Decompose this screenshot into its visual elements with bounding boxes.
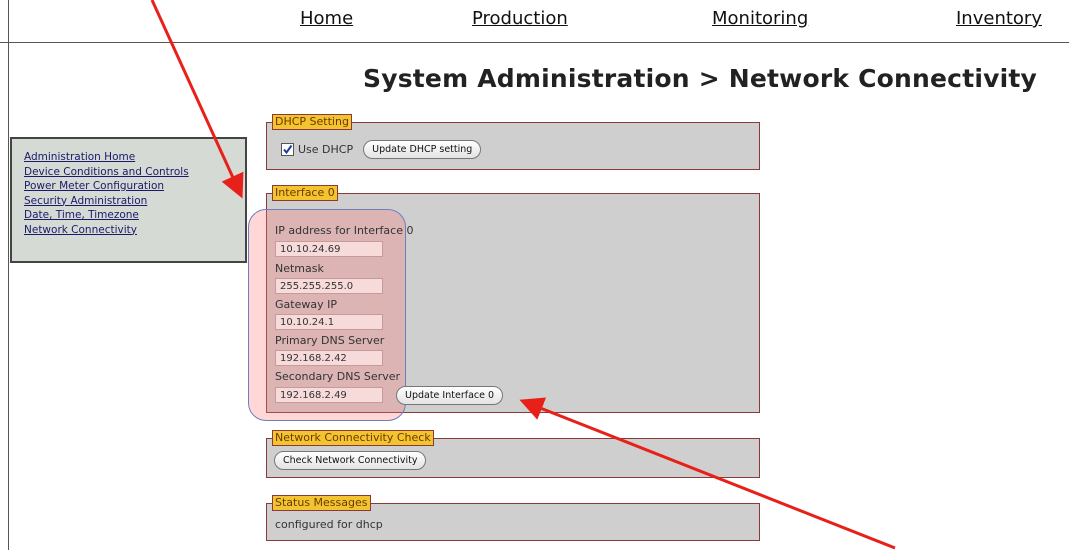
dhcp-setting-legend: DHCP Setting xyxy=(272,114,352,130)
primary-dns-field[interactable]: 192.168.2.42 xyxy=(275,350,383,366)
check-connectivity-button[interactable]: Check Network Connectivity xyxy=(274,451,427,470)
sidebar-item-administration-home[interactable]: Administration Home xyxy=(24,150,245,165)
interface0-legend: Interface 0 xyxy=(272,185,338,201)
primary-dns-label: Primary DNS Server xyxy=(275,334,385,347)
sidebar-item-date-time[interactable]: Date, Time, Timezone xyxy=(24,208,245,223)
netmask-label: Netmask xyxy=(275,262,324,275)
dhcp-setting-panel: DHCP Setting Use DHCP Update DHCP settin… xyxy=(266,114,760,170)
sidebar-item-network-connectivity[interactable]: Network Connectivity xyxy=(24,223,245,238)
update-interface0-button[interactable]: Update Interface 0 xyxy=(396,386,504,405)
gateway-label: Gateway IP xyxy=(275,298,337,311)
status-messages-panel: Status Messages configured for dhcp xyxy=(266,495,760,541)
sidebar-item-security[interactable]: Security Administration xyxy=(24,194,245,209)
connectivity-check-legend: Network Connectivity Check xyxy=(272,430,434,446)
update-dhcp-button[interactable]: Update DHCP setting xyxy=(363,140,482,159)
page-title: System Administration > Network Connecti… xyxy=(363,64,1038,93)
dhcp-row: Use DHCP Update DHCP setting xyxy=(281,140,482,159)
status-message-text: configured for dhcp xyxy=(275,518,383,531)
ip-address-label: IP address for Interface 0 xyxy=(275,224,414,237)
connectivity-check-panel: Network Connectivity Check Check Network… xyxy=(266,430,760,478)
use-dhcp-label: Use DHCP xyxy=(298,143,354,156)
gateway-field[interactable]: 10.10.24.1 xyxy=(275,314,383,330)
nav-inventory-link[interactable]: Inventory xyxy=(956,8,1042,29)
sidebar-item-device-conditions[interactable]: Device Conditions and Controls xyxy=(24,165,245,180)
sidebar: Administration Home Device Conditions an… xyxy=(10,137,247,263)
secondary-dns-field[interactable]: 192.168.2.49 xyxy=(275,387,383,403)
status-messages-legend: Status Messages xyxy=(272,495,371,511)
netmask-field[interactable]: 255.255.255.0 xyxy=(275,278,383,294)
nav-production-link[interactable]: Production xyxy=(472,8,568,29)
secondary-dns-label: Secondary DNS Server xyxy=(275,370,401,383)
top-nav: Home Production Monitoring Inventory xyxy=(0,0,1069,43)
nav-monitoring-link[interactable]: Monitoring xyxy=(712,8,808,29)
ip-address-field[interactable]: 10.10.24.69 xyxy=(275,241,383,257)
checkbox-icon[interactable] xyxy=(281,143,294,156)
sidebar-item-power-meter[interactable]: Power Meter Configuration xyxy=(24,179,245,194)
nav-home-link[interactable]: Home xyxy=(300,8,353,29)
